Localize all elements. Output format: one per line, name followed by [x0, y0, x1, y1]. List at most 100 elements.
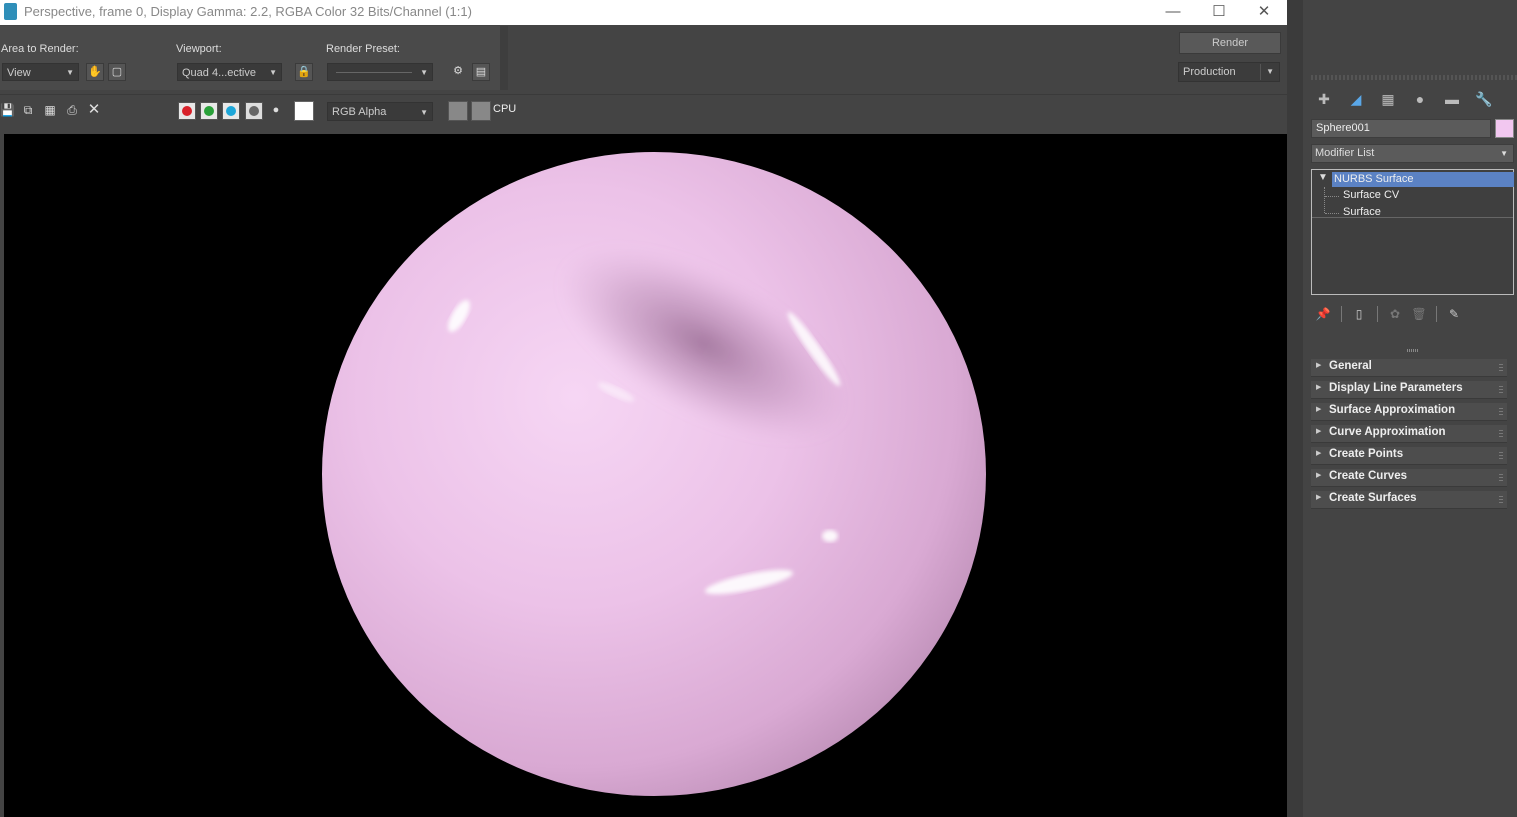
- 3dsmax-app-icon[interactable]: [4, 3, 17, 20]
- chevron-down-icon: ▼: [1266, 67, 1274, 76]
- green-channel-toggle[interactable]: [200, 102, 218, 120]
- copy-image-icon[interactable]: ⧉: [21, 103, 35, 117]
- tree-line: [1324, 187, 1326, 213]
- viewport-value: Quad 4...ective: [182, 67, 256, 79]
- render-preset-label: Render Preset:: [326, 43, 400, 55]
- render-preset-dropdown[interactable]: ▼: [327, 63, 433, 81]
- rollout-surface-approximation[interactable]: ▶ Surface Approximation: [1311, 403, 1507, 421]
- area-to-render-label: Area to Render:: [1, 43, 79, 55]
- window-title: Perspective, frame 0, Display Gamma: 2.2…: [24, 4, 472, 19]
- hierarchy-tab-icon[interactable]: ▦: [1377, 89, 1399, 109]
- object-color-swatch[interactable]: [1495, 119, 1514, 138]
- make-unique-icon[interactable]: ✿: [1387, 306, 1403, 322]
- grip-icon: [1499, 472, 1503, 481]
- area-to-render-value: View: [7, 67, 31, 79]
- red-channel-icon: [182, 106, 192, 116]
- render-button[interactable]: Render: [1179, 32, 1281, 54]
- rollout-create-surfaces[interactable]: ▶ Create Surfaces: [1311, 491, 1507, 509]
- modify-tab-icon[interactable]: ◢: [1345, 89, 1367, 109]
- expand-triangle-icon[interactable]: ▼: [1318, 172, 1328, 183]
- divider: [1377, 306, 1378, 322]
- title-bar: Perspective, frame 0, Display Gamma: 2.2…: [0, 0, 1287, 25]
- minimize-button[interactable]: —: [1150, 0, 1196, 25]
- channel-display-dropdown[interactable]: RGB Alpha ▼: [327, 102, 433, 121]
- chevron-down-icon: ▼: [420, 68, 428, 77]
- grip-icon: [1499, 406, 1503, 415]
- specular-highlight: [822, 530, 838, 542]
- stack-item-surface-cv[interactable]: Surface CV: [1343, 189, 1399, 201]
- modifier-list-dropdown[interactable]: Modifier List ▼: [1311, 144, 1514, 163]
- tree-line: [1325, 196, 1339, 197]
- tree-line: [1325, 213, 1339, 214]
- channel-display-value: RGB Alpha: [332, 106, 387, 118]
- grip-icon: [1499, 428, 1503, 437]
- clone-frame-icon[interactable]: ▦: [43, 103, 57, 117]
- close-button[interactable]: ✕: [1241, 0, 1287, 25]
- render-settings-strip: Area to Render: View ▼ ✋ ▢ Viewport: Qua…: [0, 26, 500, 90]
- lock-viewport-icon[interactable]: 🔒: [295, 63, 313, 81]
- rollout-label: General: [1329, 360, 1372, 372]
- create-tab-icon[interactable]: ✚: [1313, 89, 1335, 109]
- auto-region-icon[interactable]: ▢: [108, 63, 126, 81]
- render-mode-dropdown[interactable]: Production ▼: [1178, 62, 1280, 82]
- rendered-sphere-image: [322, 152, 986, 796]
- frame-toolbar: 💾 ⧉ ▦ ⎙ ✕ ● RGB Alpha ▼ CPU: [0, 94, 1287, 125]
- chevron-down-icon: ▼: [66, 68, 74, 77]
- viewport-edge: [1287, 0, 1303, 817]
- object-name-field[interactable]: Sphere001: [1311, 119, 1491, 138]
- configure-modifier-sets-icon[interactable]: ✎: [1446, 306, 1462, 322]
- display-toggle-icon[interactable]: [448, 101, 468, 121]
- stack-item-nurbs-surface[interactable]: NURBS Surface: [1332, 172, 1514, 187]
- caret-right-icon: ▶: [1316, 472, 1322, 479]
- modifier-list-label: Modifier List: [1315, 147, 1375, 159]
- alpha-channel-toggle[interactable]: [245, 102, 263, 120]
- render-mode-value: Production: [1183, 66, 1236, 78]
- caret-right-icon: ▶: [1316, 362, 1322, 369]
- chevron-down-icon: ▼: [420, 108, 428, 117]
- rollout-label: Create Curves: [1329, 470, 1407, 482]
- rollout-general[interactable]: ▶ General: [1311, 359, 1507, 377]
- show-end-result-icon[interactable]: ▯: [1351, 306, 1367, 322]
- panel-resize-grip[interactable]: [1407, 349, 1419, 352]
- background-color-swatch[interactable]: [294, 101, 314, 121]
- rollout-label: Surface Approximation: [1329, 404, 1456, 416]
- rollout-create-curves[interactable]: ▶ Create Curves: [1311, 469, 1507, 487]
- rollout-display-line-parameters[interactable]: ▶ Display Line Parameters: [1311, 381, 1507, 399]
- image-info-icon[interactable]: [471, 101, 491, 121]
- preset-placeholder-line: [336, 72, 412, 73]
- rollout-create-points[interactable]: ▶ Create Points: [1311, 447, 1507, 465]
- remove-modifier-icon[interactable]: 🗑: [1411, 306, 1427, 322]
- caret-right-icon: ▶: [1316, 428, 1322, 435]
- edit-region-icon[interactable]: ✋: [86, 63, 104, 81]
- renderer-label: CPU: [493, 103, 517, 115]
- rendered-frame-window: Perspective, frame 0, Display Gamma: 2.2…: [0, 0, 1287, 817]
- display-tab-icon[interactable]: ▬: [1441, 89, 1463, 109]
- chevron-down-icon: ▼: [269, 68, 277, 77]
- viewport-label: Viewport:: [176, 43, 222, 55]
- area-to-render-dropdown[interactable]: View ▼: [2, 63, 79, 81]
- clear-image-icon[interactable]: ✕: [87, 102, 101, 117]
- render-setup-icon[interactable]: ⚙: [449, 63, 467, 81]
- blue-channel-icon: [226, 106, 236, 116]
- utilities-tab-icon[interactable]: 🔧: [1473, 89, 1495, 109]
- rollout-label: Create Surfaces: [1329, 492, 1417, 504]
- environment-effects-icon[interactable]: ▤: [472, 63, 490, 81]
- rollout-curve-approximation[interactable]: ▶ Curve Approximation: [1311, 425, 1507, 443]
- maximize-button[interactable]: ☐: [1196, 0, 1242, 25]
- caret-right-icon: ▶: [1316, 494, 1322, 501]
- caret-right-icon: ▶: [1316, 450, 1322, 457]
- save-image-icon[interactable]: 💾: [0, 103, 15, 117]
- divider: [500, 26, 508, 90]
- red-channel-toggle[interactable]: [178, 102, 196, 120]
- render-viewport: [4, 134, 1287, 817]
- pin-stack-icon[interactable]: 📌: [1315, 306, 1331, 322]
- motion-tab-icon[interactable]: ●: [1409, 89, 1431, 109]
- blue-channel-toggle[interactable]: [222, 102, 240, 120]
- panel-grip: [1311, 75, 1517, 80]
- viewport-dropdown[interactable]: Quad 4...ective ▼: [177, 63, 282, 81]
- divider: [1341, 306, 1342, 322]
- monochrome-icon[interactable]: ●: [269, 103, 283, 117]
- print-image-icon[interactable]: ⎙: [65, 103, 79, 117]
- sphere-shape: [322, 152, 986, 796]
- command-panel: ✚ ◢ ▦ ● ▬ 🔧 Sphere001 Modifier List ▼ ▼ …: [1303, 73, 1517, 817]
